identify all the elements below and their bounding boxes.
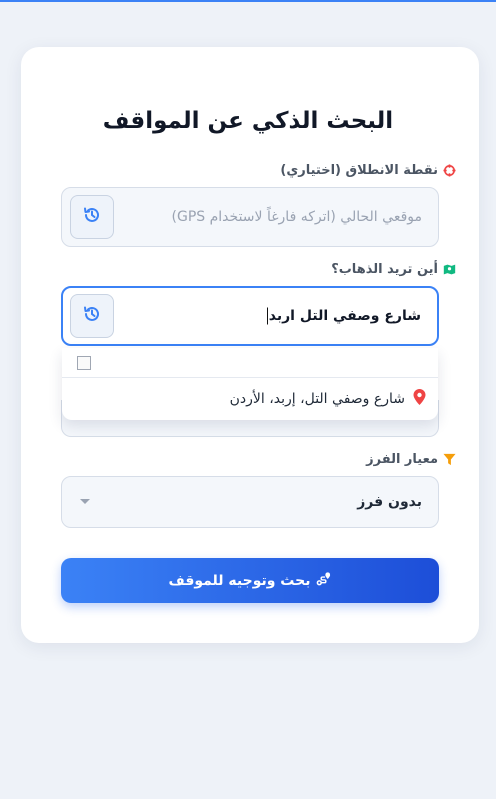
page-title: البحث الذكي عن المواقف bbox=[102, 108, 394, 134]
sort-label: معيار الفرز bbox=[366, 452, 456, 467]
destination-input[interactable]: شارع وصفي التل اربد bbox=[61, 286, 439, 346]
text-caret bbox=[266, 307, 268, 325]
start-point-input[interactable]: موقعي الحالي (اتركه فارغاً لاستخدام GPS) bbox=[61, 187, 439, 247]
start-point-label-text: نقطة الانطلاق (اختياري) bbox=[280, 163, 438, 178]
sort-selected-value: بدون فرز bbox=[357, 494, 422, 510]
suggestion-text: شارع وصفي التل، إربد، الأردن bbox=[229, 391, 405, 407]
destination-history-button[interactable] bbox=[70, 294, 114, 338]
crosshairs-icon bbox=[443, 164, 456, 177]
destination-label-text: أين تريد الذهاب؟ bbox=[331, 262, 438, 277]
location-pin-icon bbox=[413, 389, 426, 409]
start-point-label: نقطة الانطلاق (اختياري) bbox=[280, 163, 456, 178]
destination-label: أين تريد الذهاب؟ bbox=[331, 262, 456, 277]
search-route-button-label: بحث وتوجيه للموقف bbox=[168, 572, 311, 589]
map-icon bbox=[443, 263, 456, 276]
history-icon bbox=[82, 304, 102, 328]
chevron-down-icon bbox=[80, 499, 90, 504]
route-icon bbox=[316, 571, 331, 590]
start-history-button[interactable] bbox=[70, 195, 114, 239]
suggestion-image-row bbox=[62, 348, 438, 378]
top-accent-line bbox=[0, 0, 496, 2]
suggestions-dropdown: شارع وصفي التل، إربد، الأردن bbox=[62, 348, 438, 420]
sort-select[interactable]: بدون فرز bbox=[61, 476, 439, 528]
suggestion-item[interactable]: شارع وصفي التل، إربد، الأردن bbox=[62, 378, 438, 420]
broken-image-icon bbox=[77, 356, 91, 370]
start-point-placeholder: موقعي الحالي (اتركه فارغاً لاستخدام GPS) bbox=[171, 209, 422, 225]
filter-icon bbox=[443, 453, 456, 466]
search-route-button[interactable]: بحث وتوجيه للموقف bbox=[61, 558, 439, 603]
history-icon bbox=[82, 205, 102, 229]
sort-label-text: معيار الفرز bbox=[366, 452, 438, 467]
destination-value: شارع وصفي التل اربد bbox=[266, 307, 421, 325]
